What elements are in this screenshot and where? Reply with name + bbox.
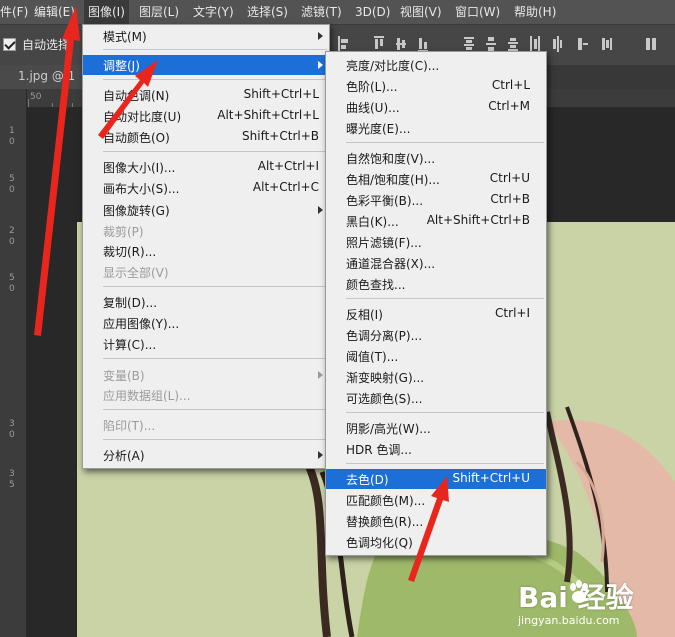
red-arrow-icon xyxy=(98,60,158,139)
annotation-overlay xyxy=(34,6,449,582)
red-arrow-icon xyxy=(34,6,80,336)
paw-logo-icon xyxy=(570,580,588,603)
watermark-url: jingyan.baidu.com xyxy=(518,614,620,627)
red-arrow-icon xyxy=(408,476,449,582)
